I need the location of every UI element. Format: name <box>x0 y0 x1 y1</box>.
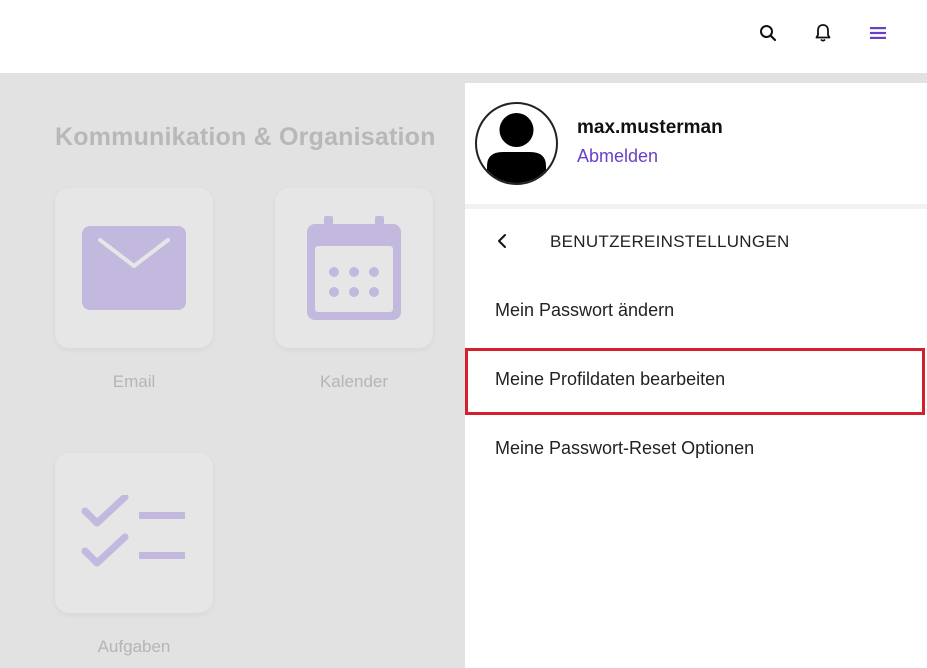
user-drawer: max.musterman Abmelden BENUTZEREINSTELLU… <box>465 83 927 668</box>
section-title: Kommunikation & Organisation <box>55 123 436 151</box>
username: max.musterman <box>577 117 723 138</box>
tasks-icon <box>81 495 185 567</box>
menu-item-edit-profile[interactable]: Meine Profildaten bearbeiten <box>465 348 925 415</box>
calendar-icon <box>307 216 401 320</box>
profile-section: max.musterman Abmelden <box>465 83 927 204</box>
search-icon <box>760 25 777 42</box>
menu-item-label: Meine Passwort-Reset Optionen <box>495 438 755 458</box>
avatar <box>475 102 558 185</box>
settings-title: BENUTZEREINSTELLUNGEN <box>550 232 790 251</box>
bell-icon <box>815 24 831 42</box>
top-bar <box>0 0 927 73</box>
logout-link[interactable]: Abmelden <box>577 146 658 167</box>
calendar-tile-label: Kalender <box>319 372 389 391</box>
search-button[interactable] <box>755 20 781 46</box>
menu-icon <box>870 27 886 39</box>
menu-item-password-reset-options[interactable]: Meine Passwort-Reset Optionen <box>465 417 927 483</box>
tasks-tile-label: Aufgaben <box>97 637 171 656</box>
menu-button[interactable] <box>865 20 891 46</box>
menu-item-label: Mein Passwort ändern <box>495 300 675 320</box>
user-avatar-icon <box>487 113 546 183</box>
chevron-left-icon <box>498 234 506 248</box>
mail-icon <box>82 226 186 310</box>
calendar-tile[interactable] <box>275 188 433 348</box>
menu-item-label: Meine Profildaten bearbeiten <box>495 369 726 389</box>
notifications-button[interactable] <box>810 20 836 46</box>
menu-item-change-password[interactable]: Mein Passwort ändern <box>465 279 927 345</box>
email-tile[interactable] <box>55 188 213 348</box>
divider <box>465 204 927 209</box>
settings-back-header[interactable]: BENUTZEREINSTELLUNGEN <box>465 221 927 263</box>
tasks-tile[interactable] <box>55 453 213 613</box>
email-tile-label: Email <box>112 372 156 391</box>
